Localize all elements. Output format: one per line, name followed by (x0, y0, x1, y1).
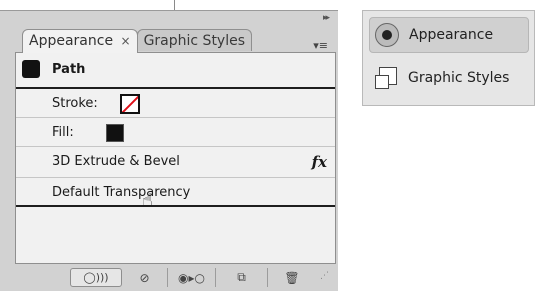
panel-tabs: Appearance × Graphic Styles (22, 29, 253, 53)
resize-grip-icon[interactable]: ⋰ (320, 271, 334, 285)
stroke-none-swatch[interactable] (120, 94, 140, 114)
transparency-label[interactable]: Default Transparency (52, 185, 190, 200)
dock-item-graphic-styles[interactable]: Graphic Styles (369, 60, 529, 96)
reduce-to-basic-appearance-button[interactable]: ◉▸○ (168, 268, 216, 287)
fill-swatch[interactable] (106, 124, 124, 142)
dock-item-appearance[interactable]: Appearance (369, 17, 529, 53)
appearance-list: Path Stroke: Fill: 3D Extrude & Bevel fx… (15, 52, 336, 264)
dock-item-graphic-styles-label: Graphic Styles (408, 70, 510, 86)
tab-graphic-styles[interactable]: Graphic Styles (136, 29, 253, 51)
effect-label[interactable]: 3D Extrude & Bevel (52, 154, 180, 169)
new-art-basic-appearance-button[interactable]: ◯))) (70, 268, 122, 287)
fill-label: Fill: (52, 125, 74, 140)
duplicate-item-button[interactable]: ⧉ (216, 268, 268, 287)
appearance-panel: ▸▸ Appearance × Graphic Styles ▾≡ Path S… (0, 10, 338, 291)
fill-row[interactable]: Fill: (16, 118, 335, 147)
delete-item-button[interactable]: 🗑 (268, 268, 316, 287)
transparency-row[interactable]: Default Transparency ☝ (16, 178, 335, 211)
stroke-label: Stroke: (52, 96, 98, 111)
dock-item-appearance-label: Appearance (409, 27, 494, 43)
tab-graphic-styles-label: Graphic Styles (143, 33, 246, 49)
panel-dock: Appearance Graphic Styles (362, 10, 535, 106)
tab-appearance[interactable]: Appearance × (22, 29, 138, 53)
tab-appearance-label: Appearance (29, 33, 114, 49)
effect-row[interactable]: 3D Extrude & Bevel fx (16, 147, 335, 178)
panel-menu-icon[interactable]: ▾≡ (313, 39, 328, 52)
panel-bottom-toolbar: ◯))) ⊘ ◉▸○ ⧉ 🗑 ⋰ (15, 266, 334, 289)
stroke-row[interactable]: Stroke: (16, 89, 335, 118)
path-thumbnail (22, 60, 40, 78)
hand-pointer-icon: ☝ (142, 190, 153, 211)
collapse-panel-icon[interactable]: ▸▸ (323, 13, 330, 23)
fx-icon[interactable]: fx (312, 153, 327, 171)
graphic-styles-icon (372, 64, 400, 92)
appearance-icon (373, 21, 401, 49)
object-type-label: Path (52, 62, 86, 77)
close-tab-icon[interactable]: × (121, 34, 131, 48)
object-row[interactable]: Path (16, 53, 335, 89)
clear-appearance-button[interactable]: ⊘ (122, 268, 168, 287)
